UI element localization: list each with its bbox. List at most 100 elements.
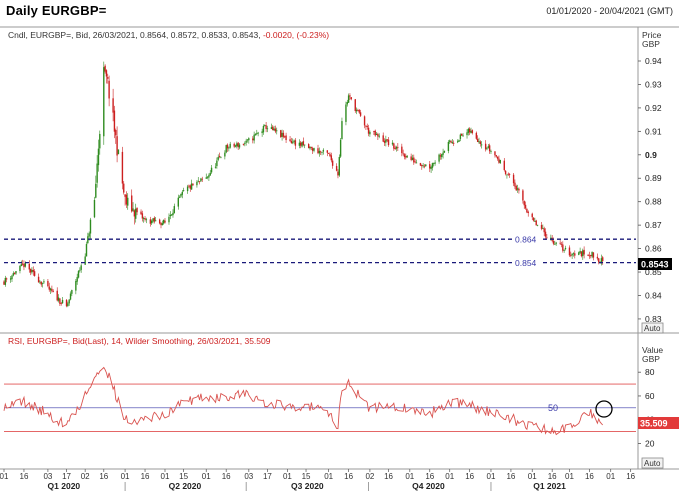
candle-body [20, 264, 22, 267]
candle-body [554, 243, 556, 245]
candle-body [578, 252, 580, 255]
candle-body [468, 128, 471, 133]
candle-body [542, 227, 544, 229]
chart-canvas[interactable]: Cndl, EURGBP=, Bid, 26/03/2021, 0.8564, … [0, 0, 679, 491]
candle-body [339, 139, 342, 157]
candle-body [15, 271, 17, 274]
x-tick-label: 01 [161, 472, 170, 481]
candle-body [178, 196, 181, 198]
candle-body [374, 130, 376, 136]
x-tick-label: 01 [283, 472, 292, 481]
candle-body [347, 95, 350, 103]
candle-body [552, 240, 555, 244]
candle-body [302, 141, 305, 146]
candle-body [441, 154, 443, 158]
candle-body [75, 280, 77, 291]
candle-body [57, 297, 60, 301]
x-tick-label: 16 [344, 472, 353, 481]
candle-body [5, 278, 8, 280]
candle-body [543, 228, 545, 233]
candle-body [173, 206, 176, 214]
candle-body [180, 193, 182, 197]
candle-body [127, 197, 129, 206]
candle-body [447, 141, 450, 152]
price-tick-label: 0.84 [645, 290, 662, 300]
candle-body [470, 130, 472, 133]
candle-body [580, 251, 583, 257]
candle-body [190, 183, 193, 190]
candle-body [169, 214, 172, 217]
candle-body [266, 128, 269, 130]
candle-body [458, 139, 460, 142]
level-label: 0.864 [515, 235, 537, 245]
candle-body [499, 159, 501, 163]
price-auto-label[interactable]: Auto [644, 324, 661, 333]
price-last-label: 0.8543 [638, 258, 672, 270]
candle-body [570, 255, 572, 256]
candle-body [76, 277, 78, 282]
candle-body [438, 154, 440, 162]
candle-body [318, 150, 321, 154]
candle-body [475, 132, 478, 139]
candle-body [480, 144, 483, 146]
candle-body [596, 256, 599, 259]
candle-body [93, 199, 96, 218]
candle-body [562, 244, 564, 251]
candle-body [385, 139, 387, 143]
candle-body [564, 247, 567, 250]
candle-body [358, 110, 360, 113]
x-tick-label: 17 [263, 472, 272, 481]
candle-body [220, 157, 222, 159]
x-tick-label: 01 [0, 472, 9, 481]
candle-body [377, 133, 379, 137]
candle-body [338, 156, 340, 176]
candle-body [209, 172, 211, 176]
rsi-tick-label: 60 [645, 391, 655, 401]
candle-body [359, 112, 362, 116]
candle-body [303, 144, 306, 146]
candle-body [317, 148, 319, 154]
rsi-auto-label[interactable]: Auto [644, 459, 661, 468]
candle-body [488, 145, 491, 152]
candle-body [487, 146, 490, 148]
candle-body [331, 160, 334, 166]
candle-body [9, 278, 12, 280]
candle-body [68, 299, 70, 304]
rsi-last-label: 35.509 [638, 417, 679, 429]
candle-body [532, 217, 535, 221]
rsi-auto-button[interactable]: Auto [641, 457, 664, 469]
horizontal-levels: 0.864 0.854 [4, 234, 636, 268]
candle-body [307, 144, 310, 149]
candle-body [572, 253, 575, 255]
x-tick-label: 03 [244, 472, 253, 481]
candle-body [391, 142, 394, 145]
candle-body [479, 141, 482, 144]
candle-body [367, 127, 370, 134]
price-tick-label: 0.89 [645, 173, 662, 183]
rsi-mid-label: 50 [548, 403, 558, 413]
candle-body [369, 131, 371, 135]
candle-body [329, 153, 331, 157]
candle-body [449, 140, 451, 142]
candle-body [188, 185, 190, 187]
candle-body [363, 116, 366, 126]
candle-body [300, 142, 302, 146]
price-auto-button[interactable]: Auto [641, 322, 664, 334]
candle-body [346, 102, 348, 105]
price-tick-label: 0.83 [645, 314, 662, 324]
candle-body [248, 138, 250, 141]
candle-body [145, 219, 148, 221]
candle-body [394, 147, 396, 149]
candle-body [311, 148, 314, 151]
candle-body [189, 185, 191, 189]
candle-body [309, 146, 311, 149]
x-tick-label: 01 [405, 472, 414, 481]
price-tick-label: 0.92 [645, 103, 662, 113]
x-tick-label: 01 [324, 472, 333, 481]
x-tick-label: 16 [585, 472, 594, 481]
candle-body [535, 220, 537, 226]
candle-body [252, 138, 254, 141]
candle-body [443, 150, 446, 153]
rsi-legend: RSI, EURGBP=, Bid(Last), 14, Wilder Smoo… [8, 336, 271, 346]
x-tick-label: 02 [81, 472, 90, 481]
